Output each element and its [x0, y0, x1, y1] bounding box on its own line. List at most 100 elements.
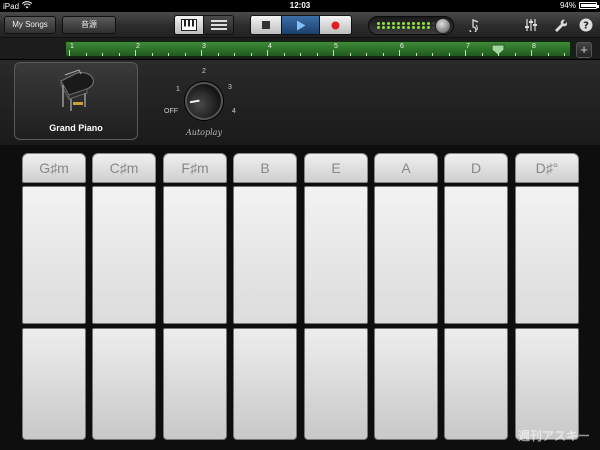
chord-label[interactable]: C♯m	[92, 153, 156, 183]
timeline-ruler[interactable]: 1 2 3 4 5 6 7 8	[65, 41, 582, 57]
ruler-tick	[399, 50, 400, 56]
chord-lower-pad[interactable]	[304, 328, 368, 440]
ruler-tick	[547, 53, 549, 56]
meter-led	[387, 22, 390, 25]
chord-label[interactable]: D♯°	[515, 153, 579, 183]
meter-led	[397, 26, 400, 29]
chord-label[interactable]: F♯m	[163, 153, 227, 183]
chord-lower-pad[interactable]	[374, 328, 438, 440]
ruler-tick	[102, 53, 103, 56]
ruler-tick	[498, 53, 499, 56]
chord-upper-pad[interactable]	[233, 186, 297, 324]
chord-lower-pad[interactable]	[92, 328, 156, 440]
master-volume-meter[interactable]	[368, 16, 454, 35]
chord-upper-pad[interactable]	[92, 186, 156, 324]
stop-icon[interactable]	[251, 16, 283, 34]
chord-upper-pad[interactable]	[304, 186, 368, 324]
mixer-icon[interactable]	[523, 18, 539, 35]
chord-upper-pad[interactable]	[374, 186, 438, 324]
instrument-control-panel: Grand Piano OFF 1 2 3 4 Autoplay	[0, 60, 600, 145]
meter-led	[422, 26, 425, 29]
chord-strip[interactable]: F♯m	[163, 153, 227, 440]
ruler-tick	[349, 53, 351, 56]
chord-label[interactable]: D	[444, 153, 508, 183]
chord-label[interactable]: E	[304, 153, 368, 183]
level-meter-leds	[377, 22, 441, 29]
svg-text:?: ?	[583, 21, 589, 32]
ruler-tick	[267, 50, 268, 56]
chord-strip[interactable]: D	[444, 153, 508, 440]
meter-led	[392, 22, 395, 25]
clock: 12:03	[289, 1, 311, 10]
autoplay-label-4: 4	[232, 108, 236, 115]
chord-label[interactable]: A	[374, 153, 438, 183]
autoplay-title: Autoplay	[186, 128, 222, 137]
meter-led	[382, 26, 385, 29]
timeline-ruler-bar: 1 2 3 4 5 6 7 8 +	[0, 38, 600, 60]
chord-upper-pad[interactable]	[22, 186, 86, 324]
chord-strip[interactable]: D♯°	[515, 153, 579, 440]
keyboard-view-icon[interactable]	[175, 16, 205, 34]
help-icon[interactable]: ?	[578, 18, 594, 35]
track-list-icon[interactable]	[204, 16, 233, 34]
bar-number: 1	[70, 43, 74, 50]
ruler-tick	[465, 50, 466, 56]
master-volume-knob[interactable]	[435, 18, 451, 34]
grand-piano-icon	[60, 69, 94, 111]
battery-percent: 94%	[559, 1, 576, 10]
chord-strip[interactable]: G♯m	[22, 153, 86, 440]
ruler-tick	[448, 53, 450, 56]
meter-led	[427, 26, 430, 29]
bar-number: 4	[268, 43, 272, 50]
meter-led	[412, 26, 415, 29]
chord-lower-pad[interactable]	[515, 328, 579, 440]
meter-led	[377, 22, 380, 25]
autoplay-knob[interactable]	[179, 76, 229, 126]
chord-strip[interactable]: A	[374, 153, 438, 440]
chord-label[interactable]: G♯m	[22, 153, 86, 183]
toolbar: My Songs 音源 ?	[0, 12, 600, 38]
ruler-tick	[135, 50, 136, 56]
chord-strip[interactable]: E	[304, 153, 368, 440]
meter-led	[387, 26, 390, 29]
metronome-icon[interactable]	[466, 18, 482, 35]
play-icon[interactable]	[282, 16, 320, 34]
chord-label[interactable]: B	[233, 153, 297, 183]
chord-strip[interactable]: B	[233, 153, 297, 440]
meter-led	[397, 22, 400, 25]
wrench-icon[interactable]	[552, 18, 568, 35]
chord-upper-pad[interactable]	[163, 186, 227, 324]
instrument-selector[interactable]: Grand Piano	[14, 62, 138, 140]
chord-lower-pad[interactable]	[233, 328, 297, 440]
ruler-tick	[333, 50, 334, 56]
sound-browser-button[interactable]: 音源	[62, 16, 116, 34]
chord-upper-pad[interactable]	[515, 186, 579, 324]
record-icon[interactable]	[319, 16, 351, 34]
ruler-tick	[69, 50, 70, 56]
battery-icon	[579, 2, 599, 9]
chord-upper-pad[interactable]	[444, 186, 508, 324]
ruler-tick	[201, 50, 202, 56]
bar-number: 5	[334, 43, 338, 50]
chord-lower-pad[interactable]	[163, 328, 227, 440]
chord-lower-pad[interactable]	[22, 328, 86, 440]
meter-led	[417, 22, 420, 25]
bar-number: 7	[466, 43, 470, 50]
chord-strip[interactable]: C♯m	[92, 153, 156, 440]
meter-led	[392, 26, 395, 29]
chord-lower-pad[interactable]	[444, 328, 508, 440]
knob-indicator	[189, 99, 200, 104]
ruler-tick	[432, 53, 433, 56]
transport-controls	[250, 15, 352, 35]
meter-led	[407, 22, 410, 25]
meter-led	[402, 26, 405, 29]
my-songs-button[interactable]: My Songs	[4, 16, 56, 34]
add-section-button[interactable]: +	[576, 42, 592, 58]
ruler-tick	[564, 53, 565, 56]
ruler-tick	[300, 53, 301, 56]
bar-number: 2	[136, 43, 140, 50]
ruler-tick	[366, 53, 367, 56]
instrument-name: Grand Piano	[49, 123, 103, 133]
autoplay-label-2: 2	[202, 68, 206, 75]
ruler-tick	[531, 50, 532, 56]
